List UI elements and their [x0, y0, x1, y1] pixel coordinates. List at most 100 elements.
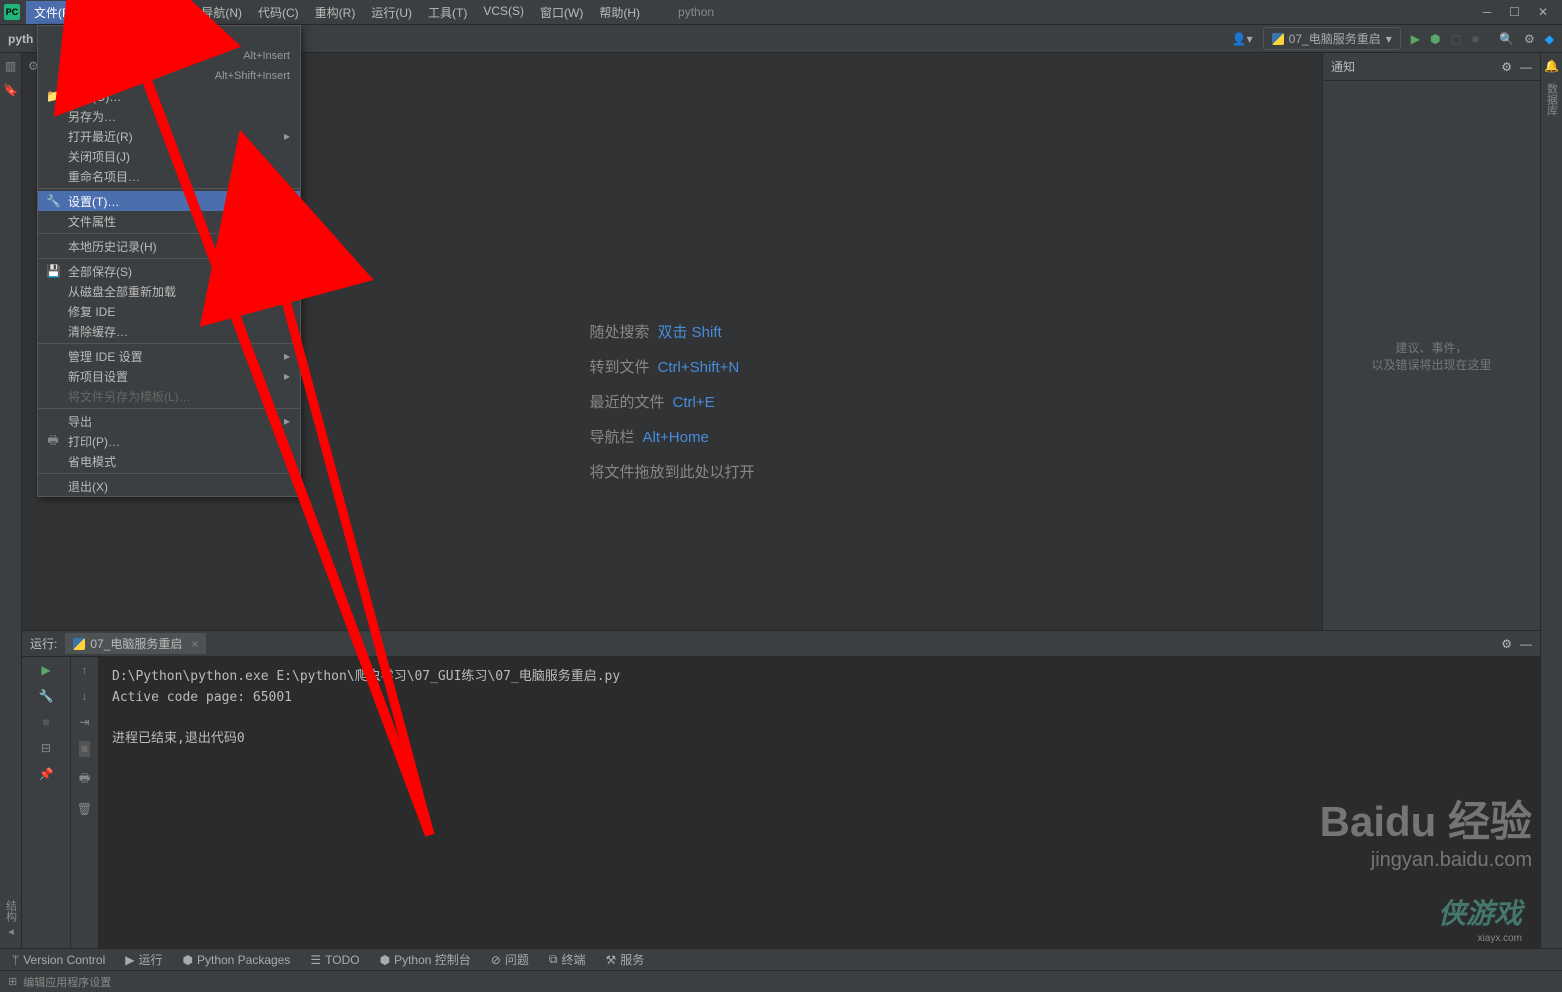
menu-item-label: 本地历史记录(H)	[68, 238, 157, 255]
menu-item-6[interactable]: 关闭项目(J)	[38, 146, 300, 166]
menu-item-25[interactable]: 省电模式	[38, 451, 300, 471]
menu-item-15[interactable]: 从磁盘全部重新加载Ctrl+Alt+Y	[38, 281, 300, 301]
tool-icon: ⧉	[549, 952, 558, 967]
menu-item-17[interactable]: 清除缓存…	[38, 321, 300, 341]
menu-item-3[interactable]: 📁打开(O)…	[38, 86, 300, 106]
down-icon[interactable]: ↓	[82, 689, 88, 703]
bookmarks-tool-icon[interactable]: 🔖	[3, 83, 18, 97]
bottom-tool-终端[interactable]: ⧉终端	[549, 951, 586, 968]
database-tool-label[interactable]: 数据库	[1544, 83, 1560, 116]
hint-navbar-label: 导航栏	[589, 429, 634, 446]
rerun-icon[interactable]: ▶	[41, 663, 50, 677]
notifications-empty-line2: 以及错误将出现在这里	[1371, 356, 1491, 373]
bottom-tool-python-控制台[interactable]: ⬢Python 控制台	[380, 951, 471, 968]
menu-item-24[interactable]: 🖶打印(P)…	[38, 431, 300, 451]
menu-item-label: 新建项目…	[68, 28, 128, 45]
print-icon[interactable]: 🖶	[79, 769, 90, 790]
structure-tool-label[interactable]: 结构 ◂	[3, 900, 19, 938]
statusbar-window-icon[interactable]: ⊞	[8, 975, 17, 988]
console-output[interactable]: D:\Python\python.exe E:\python\爬虫学习\07_G…	[98, 657, 1540, 948]
debug-button[interactable]: ⬢	[1430, 32, 1440, 46]
search-icon[interactable]: 🔍	[1499, 32, 1514, 46]
menu-item-19[interactable]: 管理 IDE 设置▸	[38, 346, 300, 366]
menu-item-10[interactable]: 帮助(H)	[591, 1, 648, 24]
bottom-tool-运行[interactable]: ▶运行	[125, 951, 162, 968]
maximize-icon[interactable]: ☐	[1509, 5, 1520, 19]
gear-icon[interactable]: ⚙	[1524, 32, 1535, 46]
run-hide-icon[interactable]: —	[1520, 637, 1532, 651]
menu-item-3[interactable]: 导航(N)	[193, 1, 250, 24]
menu-item-2[interactable]: 新建临时文件Alt+Shift+Insert	[38, 66, 300, 86]
menu-item-label: 设置(T)…	[68, 193, 119, 210]
run-panel-title: 运行:	[30, 635, 57, 652]
menu-separator	[38, 258, 300, 259]
up-icon[interactable]: ↑	[82, 663, 88, 677]
notifications-bell-icon[interactable]: 🔔	[1544, 59, 1559, 73]
tool-icon: ⊘	[491, 953, 501, 967]
trash-icon[interactable]: 🗑	[77, 802, 92, 816]
menu-item-1[interactable]: 新建(N)…Alt+Insert	[38, 46, 300, 66]
user-icon[interactable]: 👤▾	[1232, 32, 1253, 46]
menu-item-23[interactable]: 导出▸	[38, 411, 300, 431]
run-button[interactable]: ▶	[1411, 32, 1420, 46]
toolbox-icon[interactable]: ◆	[1545, 32, 1554, 46]
menu-item-14[interactable]: 💾全部保存(S)Ctrl+S	[38, 261, 300, 281]
menu-item-27[interactable]: 退出(X)	[38, 476, 300, 496]
bottom-tool-服务[interactable]: ⚒服务	[605, 951, 644, 968]
bottom-tool-问题[interactable]: ⊘问题	[491, 951, 529, 968]
wrench-icon[interactable]: 🔧	[39, 689, 54, 703]
breadcrumb[interactable]: pyth	[8, 32, 33, 46]
bottom-tool-version-control[interactable]: ᛘVersion Control	[12, 953, 105, 967]
project-tool-icon[interactable]: ▥	[5, 59, 16, 73]
menu-item-12[interactable]: 本地历史记录(H)▸	[38, 236, 300, 256]
menu-shortcut: Ctrl+Alt+Y	[240, 285, 290, 297]
scroll-icon[interactable]: ≡	[79, 741, 90, 757]
hint-search-label: 随处搜索	[589, 324, 649, 341]
layout-icon[interactable]: ⊟	[41, 741, 51, 755]
menu-shortcut: Alt+Insert	[243, 50, 290, 62]
menu-item-4[interactable]: 另存为…	[38, 106, 300, 126]
menu-item-label: 打开最近(R)	[68, 128, 133, 145]
menu-item-20[interactable]: 新项目设置▸	[38, 366, 300, 386]
hint-gotofile-kb: Ctrl+Shift+N	[658, 359, 740, 376]
menubar: 文件(F)编辑(E)视图(V)导航(N)代码(C)重构(R)运行(U)工具(T)…	[26, 1, 648, 24]
run-with-coverage-button[interactable]: ▢	[1450, 32, 1461, 46]
menu-item-7[interactable]: 工具(T)	[420, 1, 475, 24]
menu-item-5[interactable]: 重构(R)	[307, 1, 364, 24]
menu-item-label: 修复 IDE	[68, 303, 115, 320]
menu-item-0[interactable]: 文件(F)	[26, 1, 81, 24]
window-controls: ─ ☐ ✕	[1483, 5, 1558, 19]
run-tab-label: 07_电脑服务重启	[90, 635, 182, 652]
notifications-hide-icon[interactable]: —	[1520, 60, 1532, 74]
menu-item-7[interactable]: 重命名项目…	[38, 166, 300, 186]
menu-item-6[interactable]: 运行(U)	[363, 1, 420, 24]
run-gear-icon[interactable]: ⚙	[1501, 637, 1512, 651]
close-icon[interactable]: ×	[191, 637, 198, 651]
close-icon[interactable]: ✕	[1538, 5, 1548, 19]
menu-item-5[interactable]: 打开最近(R)▸	[38, 126, 300, 146]
pin-icon[interactable]: 📌	[39, 767, 54, 781]
menu-item-4[interactable]: 代码(C)	[250, 1, 307, 24]
menu-item-label: 省电模式	[68, 453, 116, 470]
minimize-icon[interactable]: ─	[1483, 5, 1492, 19]
run-config-selector[interactable]: 07_电脑服务重启 ▾	[1263, 27, 1401, 50]
menu-item-9[interactable]: 窗口(W)	[532, 1, 591, 24]
bottom-tool-todo[interactable]: ☰TODO	[310, 953, 359, 967]
menu-item-10[interactable]: 文件属性▸	[38, 211, 300, 231]
stop-icon[interactable]: ■	[42, 715, 49, 729]
bottom-tool-python-packages[interactable]: ⬢Python Packages	[183, 953, 291, 967]
menu-item-8[interactable]: VCS(S)	[475, 1, 532, 24]
menu-item-16[interactable]: 修复 IDE	[38, 301, 300, 321]
menu-item-9[interactable]: 🔧设置(T)…Ctrl+Alt+S	[38, 191, 300, 211]
hint-navbar-kb: Alt+Home	[643, 429, 709, 446]
status-bar: ⊞ 编辑应用程序设置	[0, 970, 1562, 992]
menu-item-0[interactable]: 新建项目…	[38, 26, 300, 46]
stop-button[interactable]: ■	[1472, 32, 1479, 46]
menu-item-1[interactable]: 编辑(E)	[81, 1, 137, 24]
notifications-gear-icon[interactable]: ⚙	[1501, 60, 1512, 74]
menu-item-2[interactable]: 视图(V)	[137, 1, 193, 24]
run-tab[interactable]: 07_电脑服务重启 ×	[65, 633, 206, 654]
tool-label: 终端	[561, 951, 585, 968]
tool-label: 服务	[620, 951, 644, 968]
wrap-icon[interactable]: ⇥	[79, 715, 89, 729]
